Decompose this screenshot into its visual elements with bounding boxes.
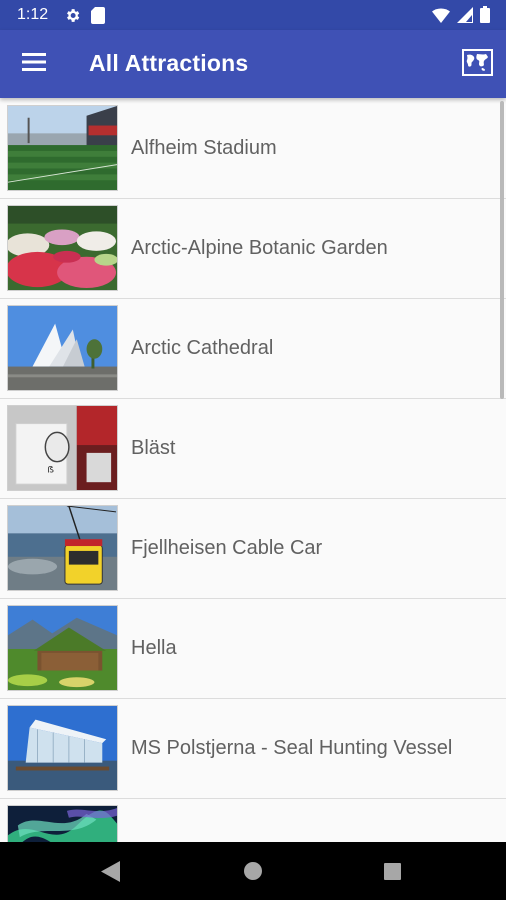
list-item[interactable] (0, 799, 506, 842)
status-left-icons (64, 7, 105, 29)
wifi-icon (432, 7, 450, 28)
gear-icon (64, 7, 81, 29)
attraction-name: MS Polstjerna - Seal Hunting Vessel (131, 737, 453, 759)
map-view-button[interactable] (460, 49, 494, 81)
attraction-name: Fjellheisen Cable Car (131, 537, 323, 559)
attraction-name: Hella (131, 637, 177, 659)
recents-icon[interactable] (384, 863, 401, 880)
thumbnail-image (7, 305, 118, 391)
menu-button[interactable] (16, 48, 52, 80)
list-item[interactable]: Arctic Cathedral (0, 299, 506, 399)
thumbnail-image (7, 805, 118, 842)
list-item[interactable]: MS Polstjerna - Seal Hunting Vessel (0, 699, 506, 799)
app-bar: All Attractions (0, 30, 506, 98)
hamburger-menu-icon (22, 52, 46, 76)
attraction-name: Alfheim Stadium (131, 137, 277, 159)
map-icon (461, 49, 493, 81)
battery-icon (480, 6, 490, 28)
thumbnail-image (7, 205, 118, 291)
attraction-name: Bläst (131, 437, 176, 459)
attractions-list[interactable]: Alfheim Stadium Arctic-Alpine Botanic Ga… (0, 99, 506, 842)
list-item[interactable]: Hella (0, 599, 506, 699)
list-item[interactable]: Fjellheisen Cable Car (0, 499, 506, 599)
svg-text:ẞ: ẞ (47, 465, 54, 475)
sd-card-icon (91, 7, 105, 29)
status-time: 1:12 (17, 6, 49, 23)
page-title: All Attractions (89, 50, 249, 76)
thumbnail-image (7, 505, 118, 591)
home-icon[interactable] (244, 862, 262, 880)
scrollbar[interactable] (500, 101, 504, 399)
back-icon[interactable] (101, 861, 120, 887)
thumbnail-image (7, 605, 118, 691)
thumbnail-image (7, 705, 118, 791)
navigation-bar (0, 842, 506, 900)
thumbnail-image (7, 105, 118, 191)
attraction-name: Arctic Cathedral (131, 337, 274, 359)
list-item[interactable]: Arctic-Alpine Botanic Garden (0, 199, 506, 299)
list-item[interactable]: Alfheim Stadium (0, 99, 506, 199)
list-item[interactable]: ẞ Bläst (0, 399, 506, 499)
cell-signal-icon (457, 6, 473, 28)
attraction-name: Arctic-Alpine Botanic Garden (131, 237, 388, 259)
status-bar: 1:12 (0, 0, 506, 30)
thumbnail-image: ẞ (7, 405, 118, 491)
status-right-icons (432, 6, 490, 28)
